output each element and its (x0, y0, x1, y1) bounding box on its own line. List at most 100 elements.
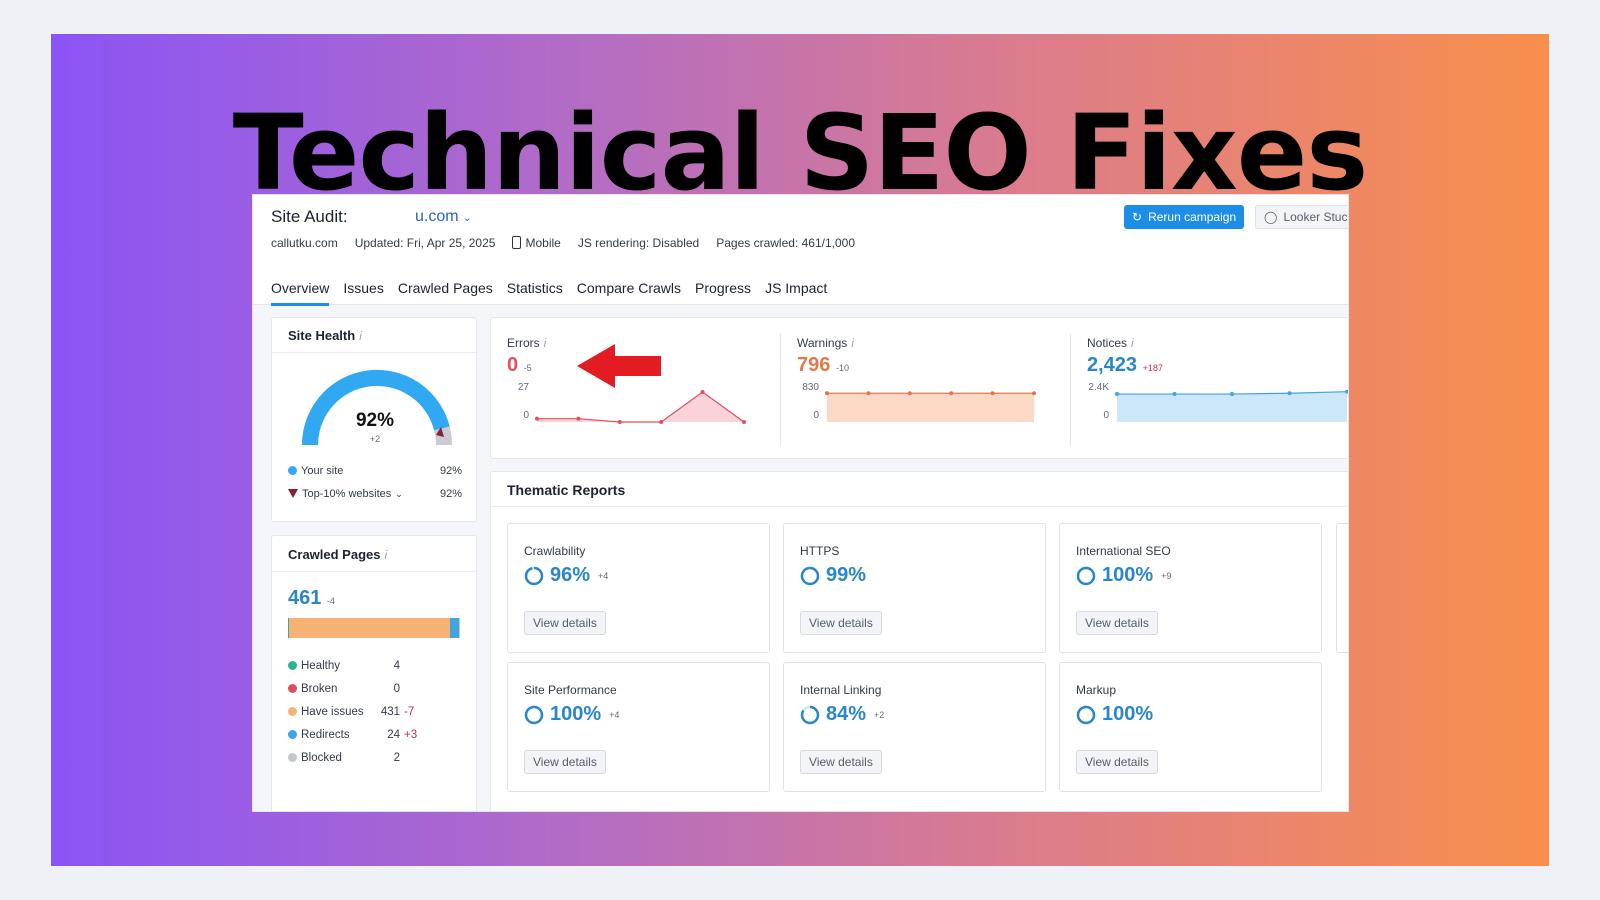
view-details-button[interactable]: View details (800, 611, 882, 635)
red-arrow-icon (577, 344, 661, 388)
errors-point (742, 420, 746, 424)
crawled-bar-segment (450, 618, 460, 638)
errors-point (576, 416, 581, 421)
notices-area (1117, 391, 1347, 422)
rerun-campaign-button[interactable]: ↻ Rerun campaign (1124, 205, 1245, 229)
report-card-https: HTTPS 99% View details (783, 523, 1046, 653)
chevron-down-icon: ⌄ (395, 489, 403, 499)
errors-point (659, 420, 664, 424)
errors-point (535, 416, 539, 421)
crawled-row-have-issues[interactable]: Have issues 431 -7 (288, 706, 414, 718)
notices-point (1115, 392, 1119, 397)
notices-point (1287, 391, 1292, 396)
site-name: callutku.com (271, 236, 338, 250)
status-dot-icon (288, 753, 297, 762)
crawled-bar-segment (459, 618, 460, 638)
report-card-international-seo: International SEO 100% +9 View details (1059, 523, 1322, 653)
tab-crawled-pages[interactable]: Crawled Pages (398, 280, 493, 306)
info-icon[interactable]: i (385, 548, 388, 562)
top10-legend[interactable]: Top-10% websites ⌄ 92% (288, 488, 462, 500)
notices-widget[interactable]: Notices i 2,423 +187 2.4K 0 (1071, 318, 1348, 460)
view-details-button[interactable]: View details (1076, 750, 1158, 774)
warnings-point (990, 391, 995, 396)
tab-js-impact[interactable]: JS Impact (765, 280, 827, 306)
status-dot-icon (288, 707, 297, 716)
crawled-pages-total[interactable]: 461 -4 (288, 587, 335, 610)
site-health-value: 92% (355, 410, 395, 431)
notices-point (1230, 392, 1234, 397)
crawled-row-healthy[interactable]: Healthy 4 (288, 660, 404, 672)
warnings-value: 796 -10 (797, 354, 849, 376)
view-details-button[interactable]: View details (800, 750, 882, 774)
report-card-markup: Markup 100% View details (1059, 662, 1322, 792)
errors-area (537, 392, 744, 422)
looker-studio-button[interactable]: ◯ Looker Stuc (1255, 205, 1348, 229)
looker-icon: ◯ (1264, 210, 1278, 224)
triangle-marker-icon (288, 489, 298, 498)
thematic-reports-card: Thematic Reports Crawlability 96% +4 View… (490, 471, 1348, 811)
notices-axis-bottom: 0 (1103, 410, 1109, 421)
warnings-point (825, 391, 829, 396)
header-bar: Site Audit: u.com ⌄ callutku.com Updated:… (253, 195, 1348, 306)
banner-background: Technical SEO Fixes Site Audit: u.com ⌄ c… (51, 34, 1549, 866)
crawled-row-blocked[interactable]: Blocked 2 (288, 752, 404, 764)
domain-selector[interactable]: u.com ⌄ (415, 208, 472, 226)
domain-label: u.com (415, 208, 459, 225)
tab-bar: Overview Issues Crawled Pages Statistics… (271, 280, 827, 306)
site-health-card: Site Health i 92% +2 Your site 92% Top-10… (271, 317, 477, 522)
device-info: Mobile (512, 236, 561, 250)
crawled-row-redirects[interactable]: Redirects 24 +3 (288, 729, 417, 741)
tab-progress[interactable]: Progress (695, 280, 751, 306)
report-card-partial (1336, 523, 1348, 653)
warnings-point (907, 391, 912, 396)
notices-point (1345, 389, 1348, 394)
report-card-site-performance: Site Performance 100% +4 View details (507, 662, 770, 792)
status-dot-icon (288, 684, 297, 693)
errors-sparkline (535, 390, 746, 424)
view-details-button[interactable]: View details (524, 750, 606, 774)
thematic-reports-title: Thematic Reports (507, 482, 626, 498)
progress-ring-icon (524, 705, 544, 724)
site-health-delta: +2 (369, 434, 381, 444)
info-icon[interactable]: i (359, 329, 362, 343)
view-details-button[interactable]: View details (1076, 611, 1158, 635)
notices-axis-top: 2.4K (1088, 382, 1109, 393)
audit-meta: callutku.com Updated: Fri, Apr 25, 2025 … (271, 236, 855, 250)
notices-sparkline (1115, 389, 1348, 422)
your-site-legend: Your site 92% (288, 465, 462, 477)
crawled-pages-bar (288, 618, 460, 638)
site-health-title: Site Health i (288, 328, 362, 343)
crawled-row-broken[interactable]: Broken 0 (288, 683, 404, 695)
tab-overview[interactable]: Overview (271, 280, 330, 306)
progress-ring-icon (800, 566, 820, 585)
warnings-point (866, 391, 871, 396)
warnings-axis-bottom: 0 (813, 410, 819, 421)
errors-axis-bottom: 0 (523, 410, 529, 421)
status-dot-icon (288, 661, 297, 670)
notices-value: 2,423 +187 (1087, 354, 1163, 376)
crawled-pages-card: Crawled Pages i 461 -4 Healthy 4 Broken 0 Hav… (271, 535, 477, 811)
tab-compare-crawls[interactable]: Compare Crawls (577, 280, 681, 306)
report-card-crawlability: Crawlability 96% +4 View details (507, 523, 770, 653)
updated-date: Updated: Fri, Apr 25, 2025 (354, 236, 496, 250)
warnings-axis-top: 830 (802, 382, 819, 393)
tab-issues[interactable]: Issues (343, 280, 383, 306)
blue-dot-icon (288, 466, 297, 475)
view-details-button[interactable]: View details (524, 611, 606, 635)
pages-crawled-status: Pages crawled: 461/1,000 (716, 236, 855, 250)
audit-title: Site Audit: (271, 207, 348, 226)
info-icon: i (543, 336, 547, 350)
tab-statistics[interactable]: Statistics (507, 280, 563, 306)
chevron-down-icon: ⌄ (462, 212, 472, 224)
warnings-point (1032, 391, 1036, 396)
info-icon: i (1131, 336, 1134, 350)
errors-point (700, 390, 705, 394)
warnings-widget[interactable]: Warnings i 796 -10 830 0 (781, 318, 1071, 460)
refresh-icon: ↻ (1132, 210, 1143, 224)
status-dot-icon (288, 730, 297, 739)
progress-ring-icon (1076, 566, 1096, 585)
notices-point (1172, 392, 1177, 397)
crawled-pages-title: Crawled Pages i (288, 547, 388, 562)
info-icon: i (851, 336, 854, 350)
warnings-sparkline (825, 391, 1036, 422)
